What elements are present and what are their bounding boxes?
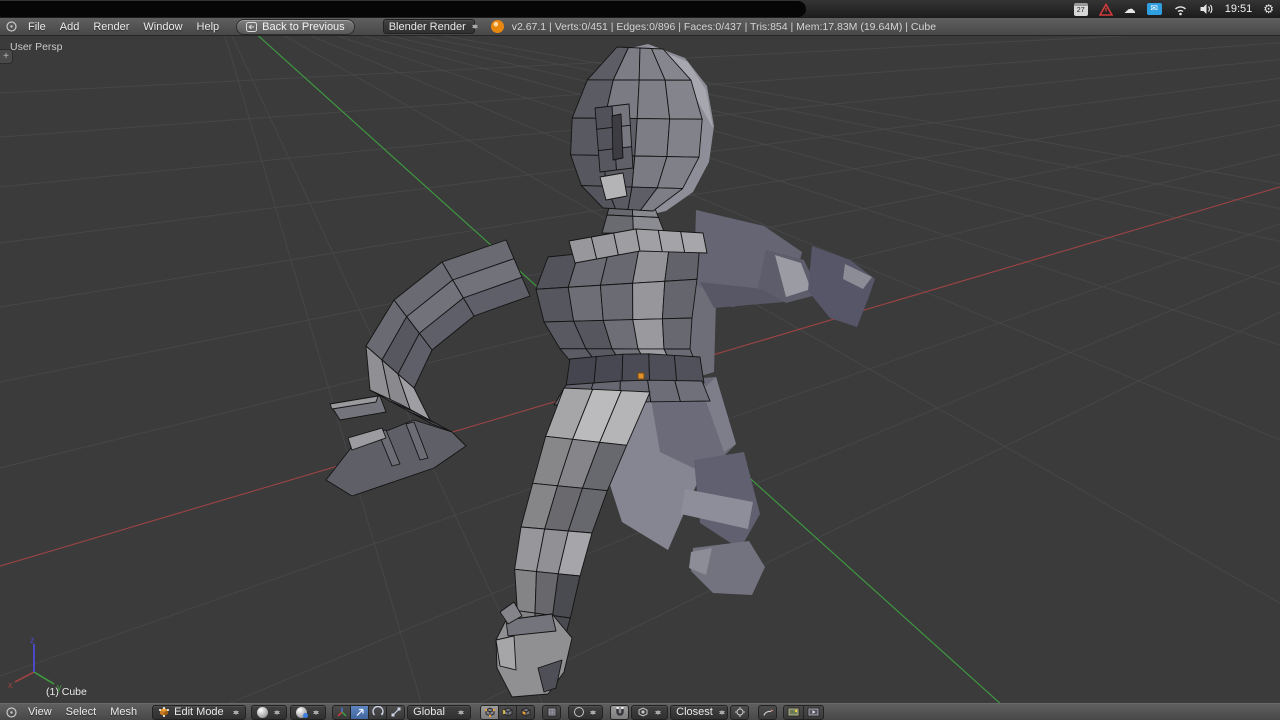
axis-x-label: x <box>8 680 13 690</box>
opengl-render-anim-button[interactable] <box>803 704 825 720</box>
pivot-dot-icon <box>303 712 309 718</box>
proportional-edit-icon <box>574 707 585 717</box>
menu-view[interactable]: View <box>21 706 59 718</box>
snap-peel-button[interactable] <box>730 704 750 720</box>
warning-icon[interactable] <box>1098 2 1113 16</box>
menu-add[interactable]: Add <box>53 21 87 33</box>
snap-target-dropdown[interactable]: Closest <box>670 704 729 720</box>
spinner-arrows-icon <box>718 707 726 718</box>
axis-z-label: z <box>30 636 35 645</box>
occlude-geometry-icon <box>547 707 557 717</box>
render-still-icon <box>787 707 800 717</box>
scale-arrow-icon <box>391 707 401 717</box>
editor-type-icon[interactable] <box>4 20 19 34</box>
snap-crosshair-icon <box>734 707 745 717</box>
proportional-edit-dropdown[interactable] <box>568 704 604 720</box>
cloud-sync-icon[interactable]: ☁ <box>1124 3 1136 15</box>
translate-arrow-icon <box>356 708 364 716</box>
messaging-icon[interactable]: ✉ <box>1146 3 1162 15</box>
rotate-manipulator-button[interactable] <box>368 704 388 720</box>
magnet-icon <box>615 707 624 716</box>
spinner-arrows-icon <box>273 707 281 718</box>
viewport-canvas[interactable] <box>0 27 1280 720</box>
pivot-point-dropdown[interactable] <box>290 704 327 720</box>
menu-mesh[interactable]: Mesh <box>103 706 144 718</box>
tool-header: View Select Mesh Edit Mode Global Closes… <box>0 703 1280 720</box>
stats-text: v2.67.1 | Verts:0/451 | Edges:0/896 | Fa… <box>511 20 937 33</box>
edge-select-icon <box>502 707 513 717</box>
scale-manipulator-button[interactable] <box>386 704 406 720</box>
face-select-icon <box>521 707 531 717</box>
align-rotation-icon <box>763 709 774 716</box>
axis-gizmo: x y z <box>8 636 62 692</box>
snap-element-dropdown[interactable] <box>631 704 669 720</box>
snap-toggle-button[interactable] <box>610 704 630 720</box>
spinner-arrows-icon <box>312 707 320 718</box>
back-label: Back to Previous <box>262 20 345 33</box>
back-to-previous-button[interactable]: Back to Previous <box>236 18 355 35</box>
opengl-render-image-button[interactable] <box>783 704 805 720</box>
snap-element-icon <box>638 707 648 717</box>
system-tray: 27 ☁ ✉ 19:51 ⚙ <box>1073 0 1274 18</box>
viewport-shading-dropdown[interactable] <box>251 704 288 720</box>
spinner-arrows-icon <box>589 707 597 718</box>
menu-window[interactable]: Window <box>136 21 189 33</box>
view-label: User Persp <box>10 41 63 53</box>
session-gear-icon[interactable]: ⚙ <box>1263 3 1274 15</box>
menu-select[interactable]: Select <box>59 706 104 718</box>
desktop-panel: 27 ☁ ✉ 19:51 ⚙ <box>0 0 1280 18</box>
mode-dropdown[interactable]: Edit Mode <box>152 704 247 720</box>
manipulator-axes-icon <box>337 707 347 717</box>
manipulator-toggle-button[interactable] <box>332 704 352 720</box>
info-header: File Add Render Window Help Back to Prev… <box>0 18 1280 36</box>
spinner-arrows-icon <box>457 707 465 718</box>
vertex-select-icon <box>484 707 495 718</box>
clock-label[interactable]: 19:51 <box>1225 3 1253 15</box>
menu-render[interactable]: Render <box>86 21 136 33</box>
editor-type-icon-3dview[interactable] <box>4 705 19 719</box>
orientation-dropdown[interactable]: Global <box>407 704 472 720</box>
network-wifi-icon[interactable] <box>1173 3 1188 16</box>
orientation-label: Global <box>413 706 445 718</box>
rotate-arc-icon <box>372 706 384 716</box>
active-window-area <box>0 1 806 17</box>
face-select-button[interactable] <box>516 704 536 720</box>
mode-label: Edit Mode <box>174 706 224 718</box>
limit-selection-visible-button[interactable] <box>542 704 562 720</box>
render-anim-icon <box>807 707 820 717</box>
volume-icon[interactable] <box>1199 3 1214 15</box>
engine-dropdown[interactable]: Blender Render <box>382 19 478 34</box>
edge-select-button[interactable] <box>498 704 518 720</box>
back-icon <box>246 21 258 32</box>
translate-manipulator-button[interactable] <box>350 704 370 720</box>
region-plus-tab[interactable]: + <box>0 49 13 64</box>
calendar-indicator[interactable]: 27 <box>1073 2 1088 16</box>
menu-help[interactable]: Help <box>190 21 227 33</box>
blender-window: 27 ☁ ✉ 19:51 ⚙ File Add Render Window He… <box>0 0 1280 720</box>
spinner-arrows-icon <box>232 707 240 718</box>
engine-label: Blender Render <box>388 20 466 33</box>
snap-align-rotation-button[interactable] <box>758 704 778 720</box>
vertex-select-button[interactable] <box>480 704 500 720</box>
snap-mode-label: Closest <box>676 706 713 718</box>
menu-file[interactable]: File <box>21 21 53 33</box>
shading-solid-icon <box>257 706 269 718</box>
viewport-region: User Persp + (1) Cube x y z <box>0 27 1280 720</box>
spinner-arrows-icon <box>654 707 662 718</box>
axis-y-label: y <box>57 682 62 692</box>
edit-mode-icon <box>159 707 170 717</box>
blender-logo <box>490 20 504 33</box>
